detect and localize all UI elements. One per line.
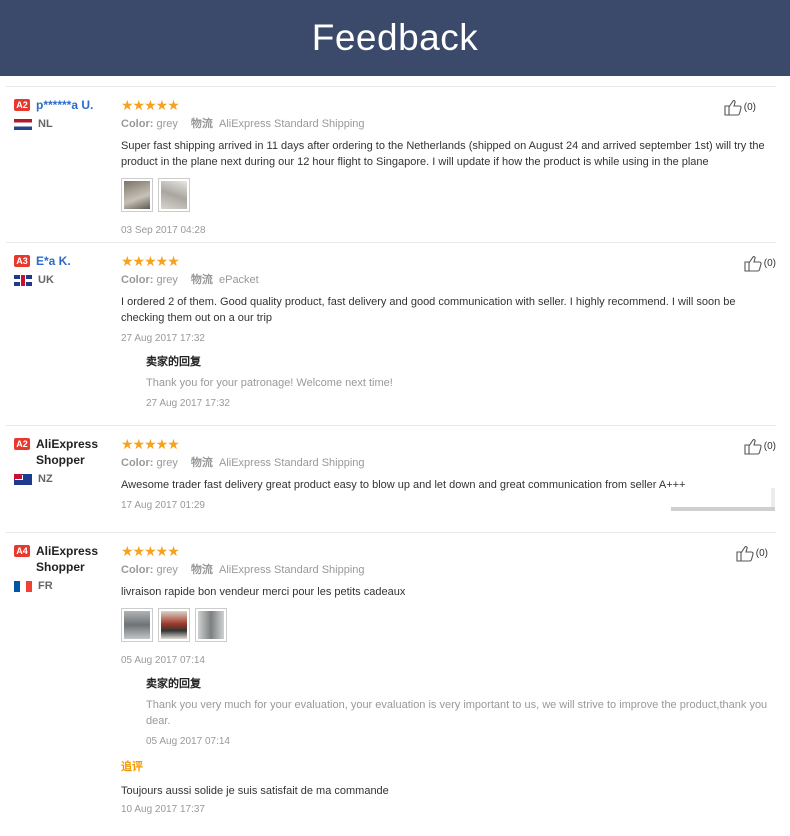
reviewer-country: NZ <box>14 473 114 485</box>
helpful-count: (0) <box>763 258 776 269</box>
shipping-value: AliExpress Standard Shipping <box>218 564 365 576</box>
shipping-label: 物流 <box>190 274 213 286</box>
page-title: Feedback <box>311 17 479 58</box>
country-code: FR <box>38 580 53 592</box>
review-content: ★★★★★ Color: grey 物流 ePacket I ordered 2… <box>121 253 771 411</box>
helpful-button[interactable]: (0) <box>744 255 776 272</box>
nl-flag-icon <box>14 118 32 130</box>
shipping-label: 物流 <box>190 564 213 576</box>
reviewer-name[interactable]: E*a K. <box>36 253 71 269</box>
review-photo-thumbnail[interactable] <box>158 178 190 212</box>
color-value: grey <box>156 118 178 130</box>
review-text: Awesome trader fast delivery great produ… <box>121 479 686 491</box>
review-photos <box>121 608 771 642</box>
review-content: ★★★★★ Color: grey 物流 AliExpress Standard… <box>121 436 771 513</box>
shipping-value: AliExpress Standard Shipping <box>218 118 365 130</box>
reviewer-name: AliExpress Shopper <box>36 437 99 467</box>
country-code: NZ <box>38 473 53 485</box>
reviewer-country: FR <box>14 580 114 592</box>
thumbs-up-icon <box>744 256 762 272</box>
additional-feedback-date: 10 Aug 2017 17:37 <box>121 804 205 815</box>
review-meta: Color: grey 物流 ePacket <box>121 272 771 288</box>
reviewer-info: A2 p******a U. NL <box>14 97 114 130</box>
color-value: grey <box>156 274 178 286</box>
reviewer-info: A3 E*a K. UK <box>14 253 114 286</box>
reviewer-info: A4 AliExpress Shopper FR <box>14 543 114 592</box>
reviewer-country: UK <box>14 274 114 286</box>
color-label: Color: <box>121 274 154 286</box>
thumbs-up-icon <box>736 546 754 562</box>
star-rating: ★★★★★ <box>121 436 180 452</box>
thumbs-up-icon <box>744 439 762 455</box>
review-photo-thumbnail[interactable] <box>195 608 227 642</box>
review-meta: Color: grey 物流 AliExpress Standard Shipp… <box>121 562 771 578</box>
review-photo-thumbnail[interactable] <box>158 608 190 642</box>
shipping-value: ePacket <box>218 274 259 286</box>
review-item: A2 AliExpress Shopper NZ ★★★★★ Color: gr… <box>6 425 776 532</box>
review-item: A4 AliExpress Shopper FR ★★★★★ Color: gr… <box>6 532 776 836</box>
seller-reply-title: 卖家的回复 <box>146 678 201 690</box>
additional-feedback-title: 追评 <box>121 761 143 773</box>
thumbs-up-icon <box>724 100 742 116</box>
seller-reply-text: Thank you for your patronage! Welcome ne… <box>146 377 393 389</box>
additional-feedback-text: Toujours aussi solide je suis satisfait … <box>121 785 389 797</box>
review-date: 27 Aug 2017 17:32 <box>121 333 205 344</box>
review-photos <box>121 178 771 212</box>
seller-reply-date: 27 Aug 2017 17:32 <box>146 398 230 409</box>
page-header: Feedback <box>0 0 790 76</box>
star-rating: ★★★★★ <box>121 543 180 559</box>
shipping-label: 物流 <box>190 118 213 130</box>
star-rating: ★★★★★ <box>121 97 180 113</box>
review-date: 03 Sep 2017 04:28 <box>121 225 206 236</box>
country-code: NL <box>38 118 53 130</box>
review-text: Super fast shipping arrived in 11 days a… <box>121 140 765 168</box>
color-label: Color: <box>121 457 154 469</box>
star-rating: ★★★★★ <box>121 253 180 269</box>
reviewer-name[interactable]: p******a U. <box>36 97 93 113</box>
review-photo-thumbnail[interactable] <box>121 178 153 212</box>
review-item: A2 p******a U. NL ★★★★★ Color: grey 物流 A… <box>6 86 776 242</box>
review-content: ★★★★★ Color: grey 物流 AliExpress Standard… <box>121 543 771 817</box>
review-meta: Color: grey 物流 AliExpress Standard Shipp… <box>121 455 771 471</box>
buyer-level-badge: A3 <box>14 255 30 267</box>
review-meta: Color: grey 物流 AliExpress Standard Shipp… <box>121 116 771 132</box>
color-label: Color: <box>121 564 154 576</box>
helpful-count: (0) <box>755 548 768 559</box>
seller-reply: 卖家的回复 Thank you for your patronage! Welc… <box>146 354 771 411</box>
helpful-count: (0) <box>763 441 776 452</box>
review-text: livraison rapide bon vendeur merci pour … <box>121 586 406 598</box>
review-photo-thumbnail[interactable] <box>121 608 153 642</box>
shipping-value: AliExpress Standard Shipping <box>218 457 365 469</box>
country-code: UK <box>38 274 54 286</box>
seller-reply-date: 05 Aug 2017 07:14 <box>146 736 230 747</box>
buyer-level-badge: A2 <box>14 438 30 450</box>
review-text: I ordered 2 of them. Good quality produc… <box>121 296 736 324</box>
color-value: grey <box>156 457 178 469</box>
reviewer-name: AliExpress Shopper <box>36 544 99 574</box>
color-label: Color: <box>121 118 154 130</box>
reviewer-country: NL <box>14 118 114 130</box>
review-content: ★★★★★ Color: grey 物流 AliExpress Standard… <box>121 97 771 238</box>
uk-flag-icon <box>14 274 32 286</box>
shipping-label: 物流 <box>190 457 213 469</box>
color-value: grey <box>156 564 178 576</box>
helpful-button[interactable]: (0) <box>744 438 776 455</box>
nz-flag-icon <box>14 473 32 485</box>
buyer-level-badge: A4 <box>14 545 30 557</box>
helpful-button[interactable]: (0) <box>736 545 768 562</box>
seller-reply-text: Thank you very much for your evaluation,… <box>146 699 768 727</box>
reviewer-info: A2 AliExpress Shopper NZ <box>14 436 114 485</box>
seller-reply-title: 卖家的回复 <box>146 356 201 368</box>
horizontal-scrollbar[interactable] <box>671 507 775 511</box>
review-date: 05 Aug 2017 07:14 <box>121 655 205 666</box>
seller-reply: 卖家的回复 Thank you very much for your evalu… <box>146 676 771 749</box>
fr-flag-icon <box>14 580 32 592</box>
helpful-count: (0) <box>743 102 756 113</box>
review-item: A3 E*a K. UK ★★★★★ Color: grey 物流 ePacke… <box>6 242 776 425</box>
buyer-level-badge: A2 <box>14 99 30 111</box>
helpful-button[interactable]: (0) <box>724 99 756 116</box>
